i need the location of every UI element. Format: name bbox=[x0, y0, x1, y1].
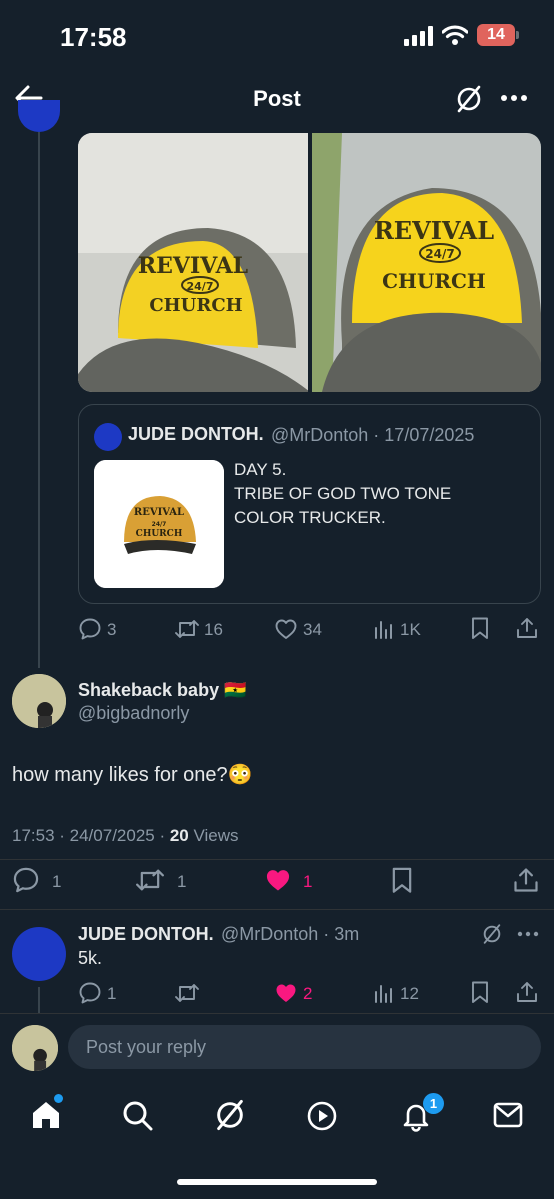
reply-author-name-text: Shakeback baby bbox=[78, 680, 220, 700]
flag-emoji: 🇬🇭 bbox=[224, 680, 247, 700]
cap-print-line2: 24/7 bbox=[187, 280, 214, 293]
views-label: Views bbox=[188, 826, 239, 845]
bookmark-button[interactable] bbox=[469, 616, 491, 640]
like-count: 1 bbox=[303, 872, 313, 891]
reply-text-content: how many likes for one? bbox=[12, 764, 228, 786]
thread-line bbox=[38, 132, 40, 668]
signal-icon bbox=[404, 26, 434, 46]
more-options-icon[interactable] bbox=[500, 94, 528, 102]
reply-count: 1 bbox=[107, 984, 117, 1003]
divider bbox=[0, 909, 554, 910]
quoted-post-name: JUDE DONTOH. bbox=[128, 424, 264, 444]
like-count: 2 bbox=[303, 984, 313, 1003]
repost-button[interactable] bbox=[134, 866, 166, 894]
home-indicator bbox=[177, 1179, 377, 1185]
quoted-post-image: REVIVAL 24/7 CHURCH bbox=[94, 460, 224, 588]
thumb-print-line3: CHURCH bbox=[136, 529, 183, 539]
share-button[interactable] bbox=[512, 866, 540, 894]
sub-reply-avatar[interactable] bbox=[12, 927, 66, 981]
quoted-post-handle: @MrDontoh · 17/07/2025 bbox=[271, 425, 475, 445]
views-count: 1K bbox=[400, 620, 421, 639]
repost-count: 1 bbox=[177, 872, 187, 891]
status-bar: 17:58 14 bbox=[0, 0, 554, 72]
repost-count: 16 bbox=[204, 620, 223, 639]
like-button-liked[interactable] bbox=[263, 866, 293, 894]
cap-print-line3-b: CHURCH bbox=[382, 269, 486, 293]
sub-reply-text: 5k. bbox=[78, 948, 103, 968]
share-button[interactable] bbox=[515, 616, 539, 640]
video-icon[interactable] bbox=[306, 1100, 338, 1132]
cap-print-line1-b: REVIVAL bbox=[374, 216, 494, 245]
main-post-avatar[interactable] bbox=[18, 100, 60, 132]
thumb-print-line1: REVIVAL bbox=[134, 507, 184, 518]
bookmark-button[interactable] bbox=[389, 866, 415, 894]
thread-line bbox=[38, 987, 40, 1013]
avatar[interactable] bbox=[12, 674, 66, 728]
post-timestamp: 17:53 · 24/07/2025 · 20 Views bbox=[12, 826, 239, 846]
more-options-icon[interactable] bbox=[517, 931, 539, 937]
avatar bbox=[12, 1025, 58, 1071]
home-icon[interactable] bbox=[30, 1099, 62, 1131]
status-time: 17:58 bbox=[60, 22, 127, 52]
divider bbox=[0, 1013, 554, 1014]
emoji: 😳 bbox=[227, 764, 253, 786]
views-count: 12 bbox=[400, 984, 419, 1003]
grok-icon[interactable] bbox=[481, 923, 503, 945]
quoted-text-line: COLOR TRUCKER. bbox=[234, 508, 386, 527]
repost-button[interactable] bbox=[174, 617, 200, 641]
bookmark-button[interactable] bbox=[469, 980, 491, 1004]
battery-indicator: 14 bbox=[477, 24, 519, 46]
reply-text: how many likes for one?😳 bbox=[12, 762, 253, 787]
views-icon[interactable] bbox=[372, 617, 396, 641]
home-notification-dot bbox=[54, 1094, 63, 1103]
timestamp-text: 17:53 · 24/07/2025 · bbox=[12, 826, 170, 845]
divider bbox=[0, 859, 554, 860]
cap-print-line3: CHURCH bbox=[149, 295, 242, 316]
quoted-post-text: DAY 5. TRIBE OF GOD TWO TONE COLOR TRUCK… bbox=[234, 458, 524, 530]
reply-button[interactable] bbox=[12, 866, 40, 894]
repost-button[interactable] bbox=[174, 981, 200, 1005]
views-number: 20 bbox=[169, 826, 189, 845]
post-image-2[interactable]: REVIVAL 24/7 CHURCH bbox=[312, 133, 541, 392]
messages-icon[interactable] bbox=[493, 1101, 523, 1129]
sub-reply-name: JUDE DONTOH. bbox=[78, 924, 214, 944]
wifi-icon bbox=[442, 24, 468, 46]
post-image-1[interactable]: REVIVAL 24/7 CHURCH bbox=[78, 133, 308, 392]
grok-icon[interactable] bbox=[454, 84, 484, 114]
like-button-liked[interactable] bbox=[274, 981, 298, 1005]
sub-reply-handle: @MrDontoh · 3m bbox=[221, 924, 360, 944]
reply-button[interactable] bbox=[78, 981, 102, 1005]
reply-count: 3 bbox=[107, 620, 117, 639]
views-icon[interactable] bbox=[372, 981, 396, 1005]
cap-print-line2-b: 24/7 bbox=[425, 247, 454, 261]
thumb-print-line2: 24/7 bbox=[152, 521, 167, 528]
quoted-post-avatar bbox=[94, 423, 122, 451]
reply-author-name: Shakeback baby 🇬🇭 bbox=[78, 680, 247, 701]
reply-author-handle: @bigbadnorly bbox=[78, 703, 190, 723]
cap-print-line1: REVIVAL bbox=[138, 253, 248, 279]
notification-badge: 1 bbox=[423, 1093, 444, 1114]
reply-input[interactable]: Post your reply bbox=[68, 1025, 541, 1069]
quoted-text-line: TRIBE OF GOD TWO TONE bbox=[234, 484, 452, 503]
search-icon[interactable] bbox=[122, 1100, 154, 1132]
grok-icon[interactable] bbox=[213, 1098, 247, 1132]
quoted-text-line: DAY 5. bbox=[234, 460, 287, 479]
like-button[interactable] bbox=[274, 617, 298, 641]
reply-button[interactable] bbox=[78, 617, 102, 641]
like-count: 34 bbox=[303, 620, 322, 639]
share-button[interactable] bbox=[515, 980, 539, 1004]
reply-count: 1 bbox=[52, 872, 62, 891]
